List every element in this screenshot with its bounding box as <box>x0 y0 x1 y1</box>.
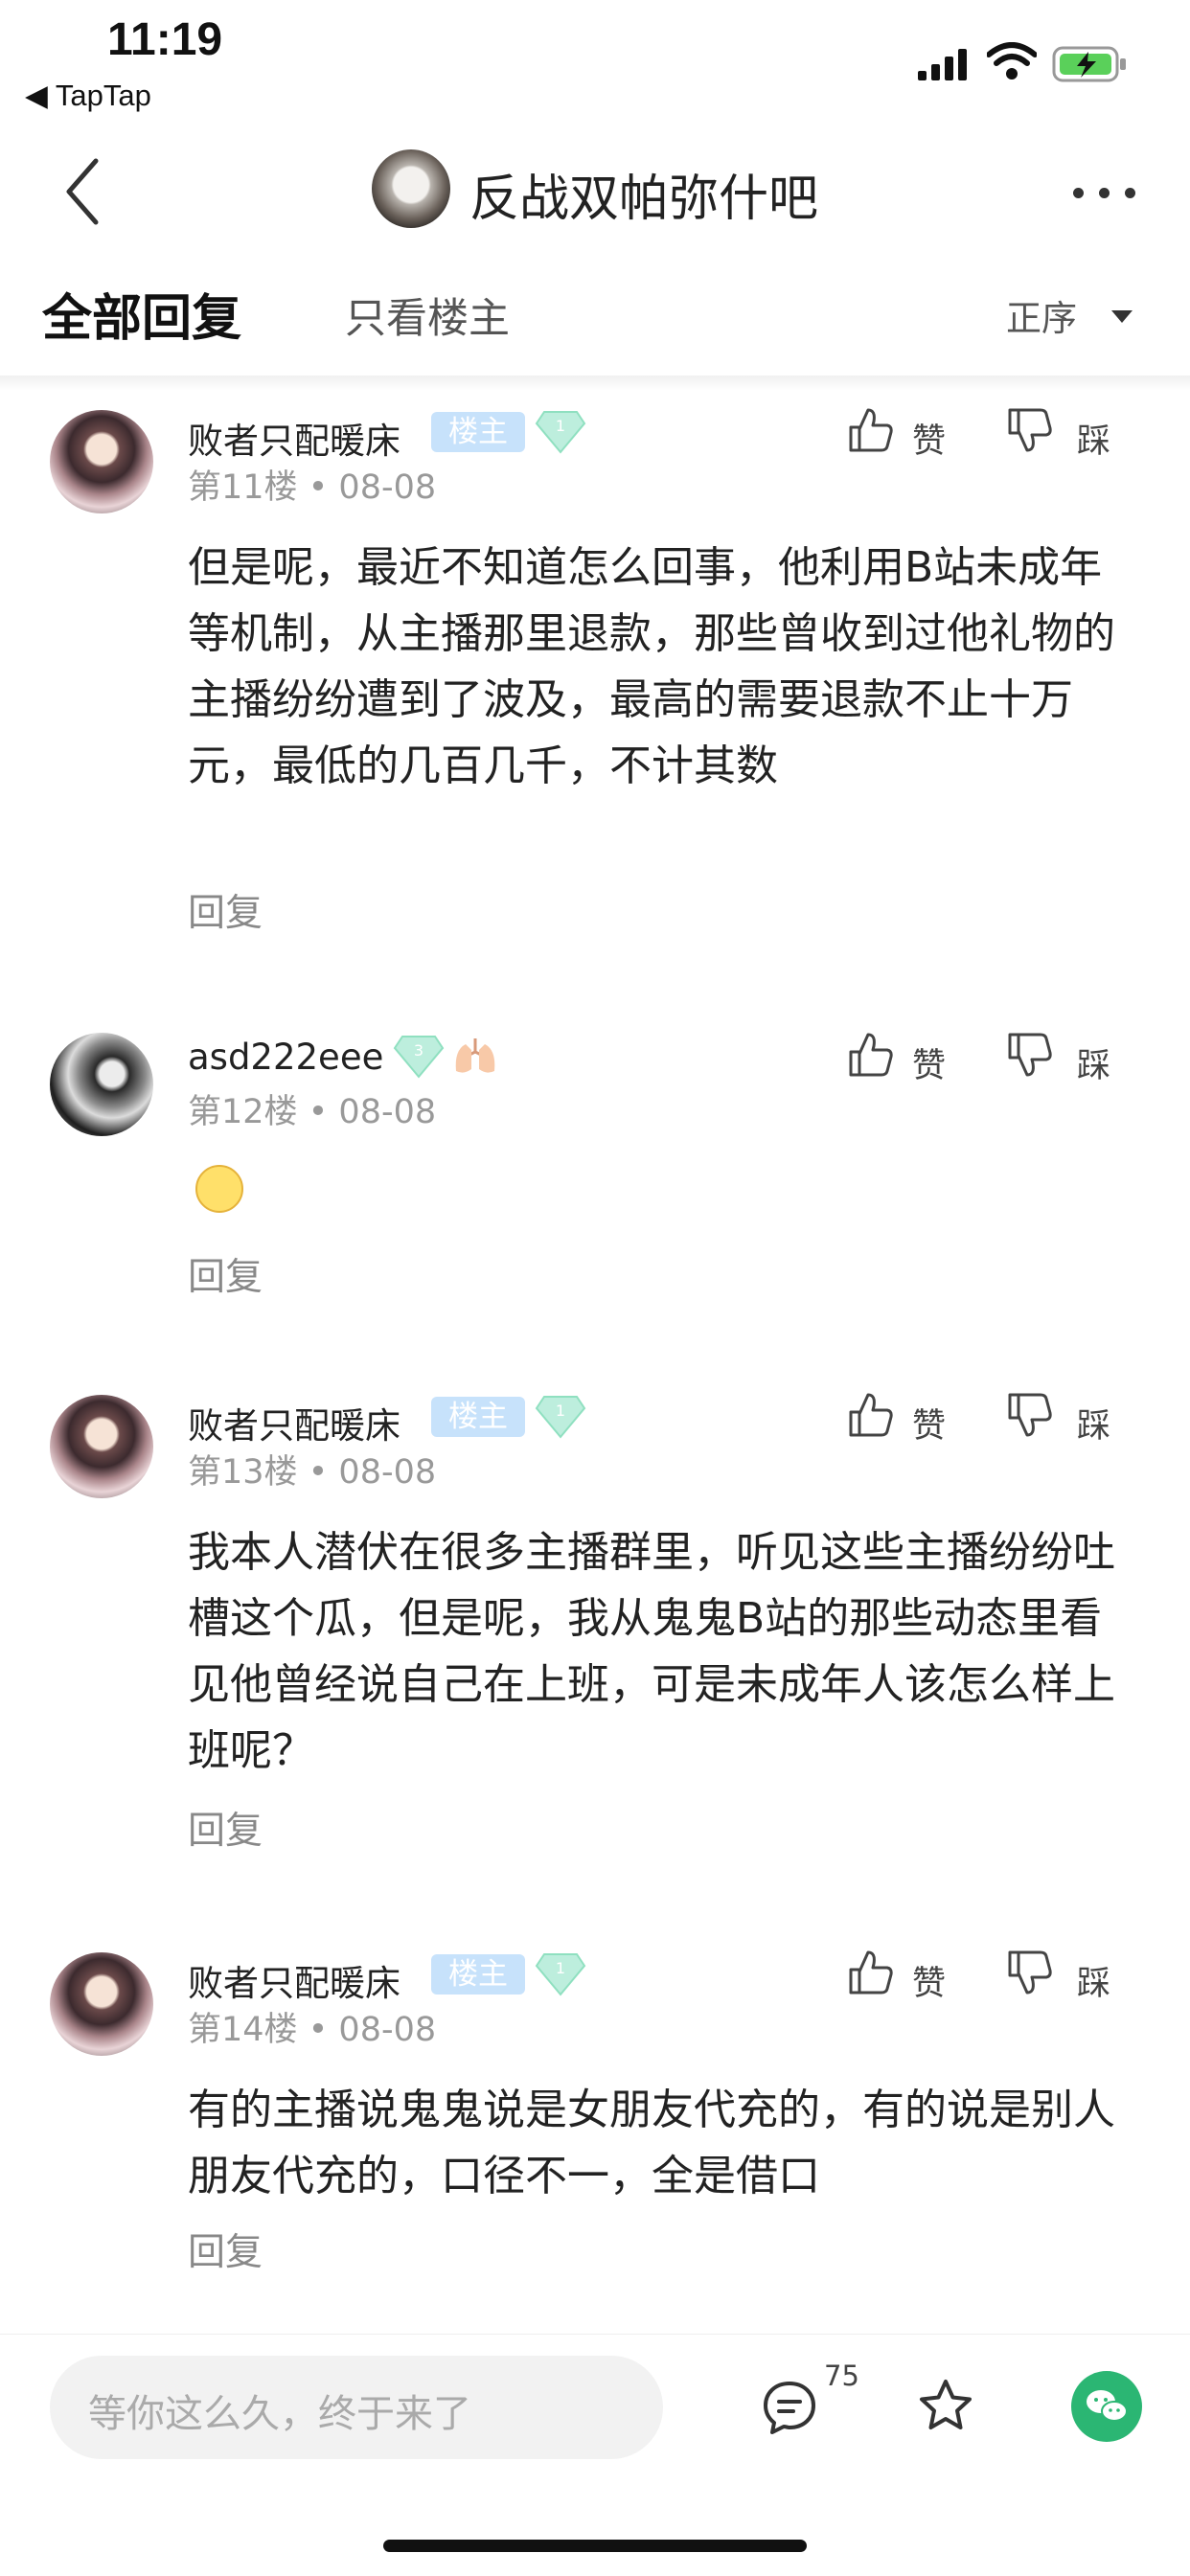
forum-title: 反战双帕弥什吧 <box>469 171 819 228</box>
level-number: 1 <box>556 417 565 435</box>
username[interactable]: 败者只配暖床 <box>188 1397 400 1448</box>
avatar[interactable] <box>50 1033 153 1136</box>
username[interactable]: 败者只配暖床 <box>188 1954 400 2006</box>
dislike-label[interactable]: 踩 <box>1077 1038 1110 1087</box>
signal-icon <box>918 49 967 80</box>
level-number: 3 <box>414 1041 423 1060</box>
username[interactable]: 败者只配暖床 <box>188 412 400 464</box>
level-number: 1 <box>556 1402 565 1420</box>
wifi-icon <box>987 42 1037 80</box>
thumbs-up-icon[interactable] <box>847 1949 895 1996</box>
tab-only-op[interactable]: 只看楼主 <box>345 285 510 345</box>
host-badge: 楼主 <box>431 1397 525 1437</box>
bottom-bar: 等你这么久，终于来了 75 <box>0 2334 1190 2576</box>
thumbs-down-icon[interactable] <box>1006 406 1054 454</box>
like-label[interactable]: 赞 <box>912 1399 946 1448</box>
comment-icon[interactable] <box>761 2379 818 2436</box>
host-badge: 楼主 <box>431 1954 525 1995</box>
like-label[interactable]: 赞 <box>912 1956 946 2005</box>
thumbs-down-icon[interactable] <box>1006 1949 1054 1996</box>
tab-all-replies[interactable]: 全部回复 <box>42 278 241 350</box>
floor-date: 第12楼 • 08-08 <box>188 1093 437 1131</box>
reply-input[interactable]: 等你这么久，终于来了 <box>50 2356 663 2459</box>
caret-down-icon[interactable] <box>1111 310 1133 323</box>
avatar[interactable] <box>50 410 153 513</box>
chevron-left-icon[interactable] <box>59 153 107 230</box>
wechat-share-icon[interactable] <box>1071 2371 1142 2442</box>
reply-tabs: 全部回复 只看楼主 正序 <box>0 278 1190 354</box>
reply-content: 我本人潜伏在很多主播群里，听见这些主播纷纷吐槽这个瓜，但是呢，我从鬼鬼B站的那些… <box>188 1528 1115 1775</box>
wechat-logo-icon <box>1087 2390 1128 2422</box>
status-time: 11:19 <box>107 14 223 65</box>
battery-icon <box>1052 46 1126 82</box>
thumbs-down-icon[interactable] <box>1006 1031 1054 1079</box>
level-number: 1 <box>556 1959 565 1977</box>
dislike-label[interactable]: 踩 <box>1077 414 1110 463</box>
level-gem-icon: 1 <box>535 411 586 454</box>
like-label[interactable]: 赞 <box>912 1038 946 1087</box>
reply-input-placeholder: 等你这么久，终于来了 <box>88 2392 471 2436</box>
floor-date: 第14楼 • 08-08 <box>188 2011 437 2049</box>
level-gem-icon: 1 <box>535 1953 586 1996</box>
dislike-label[interactable]: 踩 <box>1077 1399 1110 1448</box>
nav-bar: 反战双帕弥什吧 <box>0 134 1190 249</box>
thumbs-down-icon[interactable] <box>1006 1391 1054 1439</box>
comment-count: 75 <box>824 2359 859 2392</box>
dislike-label[interactable]: 踩 <box>1077 1956 1110 2005</box>
thumbs-up-icon[interactable] <box>847 1031 895 1079</box>
host-badge: 楼主 <box>431 412 525 452</box>
lungs-badge-icon <box>455 1038 495 1073</box>
home-indicator <box>383 2540 807 2552</box>
smiley-emoji-icon <box>195 1165 243 1213</box>
reply-button[interactable]: 回复 <box>188 883 263 937</box>
back-to-app-link[interactable]: ◀ TapTap <box>25 79 151 113</box>
level-gem-icon: 1 <box>535 1396 586 1439</box>
star-icon[interactable] <box>916 2377 975 2436</box>
tab-divider <box>0 376 1190 391</box>
status-bar: 11:19 ◀ TapTap <box>0 0 1190 125</box>
avatar[interactable] <box>50 1395 153 1498</box>
more-dots-icon[interactable] <box>1073 188 1136 199</box>
username[interactable]: asd222eee <box>188 1037 383 1078</box>
reply-content: 但是呢，最近不知道怎么回事，他利用B站未成年等机制，从主播那里退款，那些曾收到过… <box>188 543 1115 790</box>
level-gem-icon: 3 <box>393 1036 445 1079</box>
reply-button[interactable]: 回复 <box>188 1801 263 1855</box>
reply-button[interactable]: 回复 <box>188 2223 263 2276</box>
like-label[interactable]: 赞 <box>912 414 946 463</box>
reply-button[interactable]: 回复 <box>188 1247 263 1301</box>
reply-content: 有的主播说鬼鬼说是女朋友代充的，有的说是别人朋友代充的，口径不一，全是借口 <box>188 2086 1115 2200</box>
thumbs-up-icon[interactable] <box>847 1391 895 1439</box>
sort-dropdown[interactable]: 正序 <box>1006 289 1077 341</box>
forum-avatar[interactable] <box>372 149 450 228</box>
floor-date: 第13楼 • 08-08 <box>188 1453 437 1492</box>
thumbs-up-icon[interactable] <box>847 406 895 454</box>
avatar[interactable] <box>50 1952 153 2056</box>
floor-date: 第11楼 • 08-08 <box>188 468 437 507</box>
